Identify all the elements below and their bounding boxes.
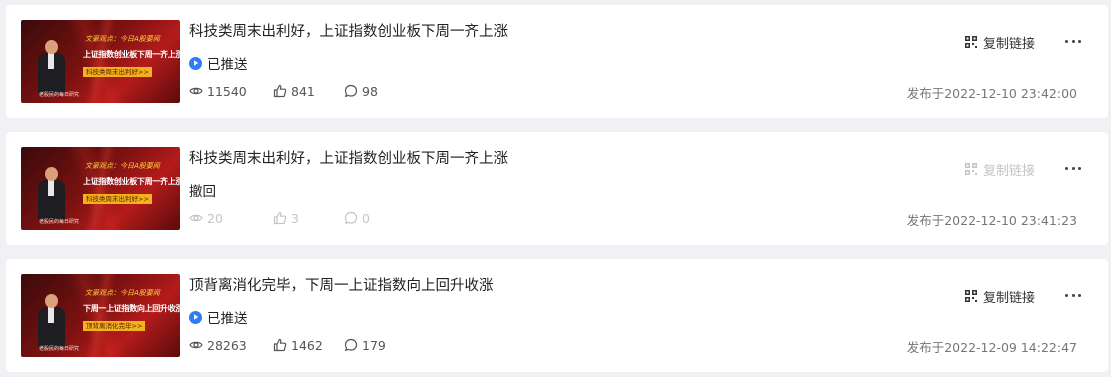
article-title[interactable]: 科技类周末出利好，上证指数创业板下周一齐上涨: [189, 147, 508, 168]
article-card: 文豪观点：今日A股要闻 下周一上证指数向上回升收涨 顶背离消化完毕>> 老股民的…: [6, 259, 1108, 372]
status-label: 撤回: [189, 184, 216, 200]
status-label: 已推送: [207, 311, 248, 327]
thumbnail-caption-1: 文豪观点：今日A股要闻: [85, 162, 160, 170]
qr-code-icon: [965, 36, 977, 48]
article-card: 文豪观点：今日A股要闻 上证指数创业板下周一齐上涨 科技类周末出利好>> 老股民…: [6, 132, 1108, 245]
presenter-figure: [37, 167, 65, 220]
article-stats: 28263 1462 179: [189, 336, 386, 354]
publish-date: 发布于2022-12-10 23:41:23: [906, 213, 1077, 228]
qr-code-icon: [965, 290, 977, 302]
article-thumbnail[interactable]: 文豪观点：今日A股要闻 上证指数创业板下周一齐上涨 科技类周末出利好>> 老股民…: [21, 20, 180, 103]
status-badge: 撤回: [189, 181, 216, 200]
article-stats: 20 3 0: [189, 209, 370, 227]
thumbnail-caption-1: 文豪观点：今日A股要闻: [85, 289, 160, 297]
thumbs-up-icon: [273, 338, 287, 352]
like-count: 1462: [273, 338, 344, 353]
like-count-value: 3: [291, 210, 299, 226]
thumbnail-footer: 老股民的每日研究: [39, 219, 80, 225]
view-count: 28263: [189, 338, 273, 353]
more-options-button[interactable]: [1065, 159, 1081, 177]
like-count: 841: [273, 84, 344, 99]
thumbnail-caption-2: 上证指数创业板下周一齐上涨: [83, 177, 180, 186]
status-badge: 已推送: [189, 308, 248, 327]
presenter-figure: [37, 294, 65, 347]
view-count: 11540: [189, 84, 273, 99]
thumbnail-footer: 老股民的每日研究: [39, 92, 80, 98]
article-thumbnail[interactable]: 文豪观点：今日A股要闻 上证指数创业板下周一齐上涨 科技类周末出利好>> 老股民…: [21, 147, 180, 230]
like-count-value: 1462: [291, 337, 323, 353]
thumbs-up-icon: [273, 84, 287, 98]
presenter-figure: [37, 40, 65, 93]
article-list: 文豪观点：今日A股要闻 上证指数创业板下周一齐上涨 科技类周末出利好>> 老股民…: [0, 0, 1111, 377]
eye-icon: [189, 341, 203, 349]
eye-icon: [189, 214, 203, 222]
thumbnail-caption-3: 科技类周末出利好>>: [83, 67, 152, 77]
thumbnail-caption-2: 下周一上证指数向上回升收涨: [83, 304, 180, 313]
view-count-value: 11540: [207, 83, 247, 99]
thumbnail-caption-2: 上证指数创业板下周一齐上涨: [83, 50, 180, 59]
ellipsis-icon: [1065, 39, 1068, 43]
thumbnail-caption-3: 顶背离消化完毕>>: [83, 321, 146, 331]
comment-bubble-icon: [344, 211, 358, 225]
article-thumbnail[interactable]: 文豪观点：今日A股要闻 下周一上证指数向上回升收涨 顶背离消化完毕>> 老股民的…: [21, 274, 180, 357]
more-options-button[interactable]: [1065, 286, 1081, 304]
comment-count: 179: [344, 338, 386, 353]
article-title[interactable]: 科技类周末出利好，上证指数创业板下周一齐上涨: [189, 20, 508, 41]
view-count: 20: [189, 211, 273, 226]
push-check-icon: [189, 310, 202, 324]
copy-link-button[interactable]: 复制链接: [965, 160, 1036, 179]
comment-count-value: 0: [362, 210, 370, 226]
more-options-button[interactable]: [1065, 32, 1081, 50]
push-check-icon: [189, 56, 202, 70]
copy-link-button[interactable]: 复制链接: [965, 33, 1036, 52]
comment-count: 98: [344, 84, 378, 99]
article-card: 文豪观点：今日A股要闻 上证指数创业板下周一齐上涨 科技类周末出利好>> 老股民…: [6, 5, 1108, 118]
comment-bubble-icon: [344, 84, 358, 98]
ellipsis-icon: [1065, 166, 1068, 170]
publish-date: 发布于2022-12-09 14:22:47: [906, 340, 1077, 355]
like-count-value: 841: [291, 83, 315, 99]
like-count: 3: [273, 211, 344, 226]
article-stats: 11540 841 98: [189, 82, 378, 100]
view-count-value: 28263: [207, 337, 247, 353]
article-title[interactable]: 顶背离消化完毕，下周一上证指数向上回升收涨: [189, 274, 494, 295]
qr-code-icon: [965, 163, 977, 175]
comment-count-value: 98: [362, 83, 378, 99]
thumbnail-caption-1: 文豪观点：今日A股要闻: [85, 35, 160, 43]
comment-count-value: 179: [362, 337, 386, 353]
copy-link-button[interactable]: 复制链接: [965, 287, 1036, 306]
comment-count: 0: [344, 211, 370, 226]
status-label: 已推送: [207, 57, 248, 73]
thumbnail-caption-3: 科技类周末出利好>>: [83, 194, 152, 204]
thumbnail-footer: 老股民的每日研究: [39, 346, 80, 352]
copy-link-label: 复制链接: [983, 290, 1036, 306]
eye-icon: [189, 87, 203, 95]
thumbs-up-icon: [273, 211, 287, 225]
comment-bubble-icon: [344, 338, 358, 352]
publish-date: 发布于2022-12-10 23:42:00: [906, 86, 1077, 101]
copy-link-label: 复制链接: [983, 163, 1036, 179]
ellipsis-icon: [1065, 293, 1068, 297]
copy-link-label: 复制链接: [983, 36, 1036, 52]
view-count-value: 20: [207, 210, 223, 226]
status-badge: 已推送: [189, 54, 248, 73]
